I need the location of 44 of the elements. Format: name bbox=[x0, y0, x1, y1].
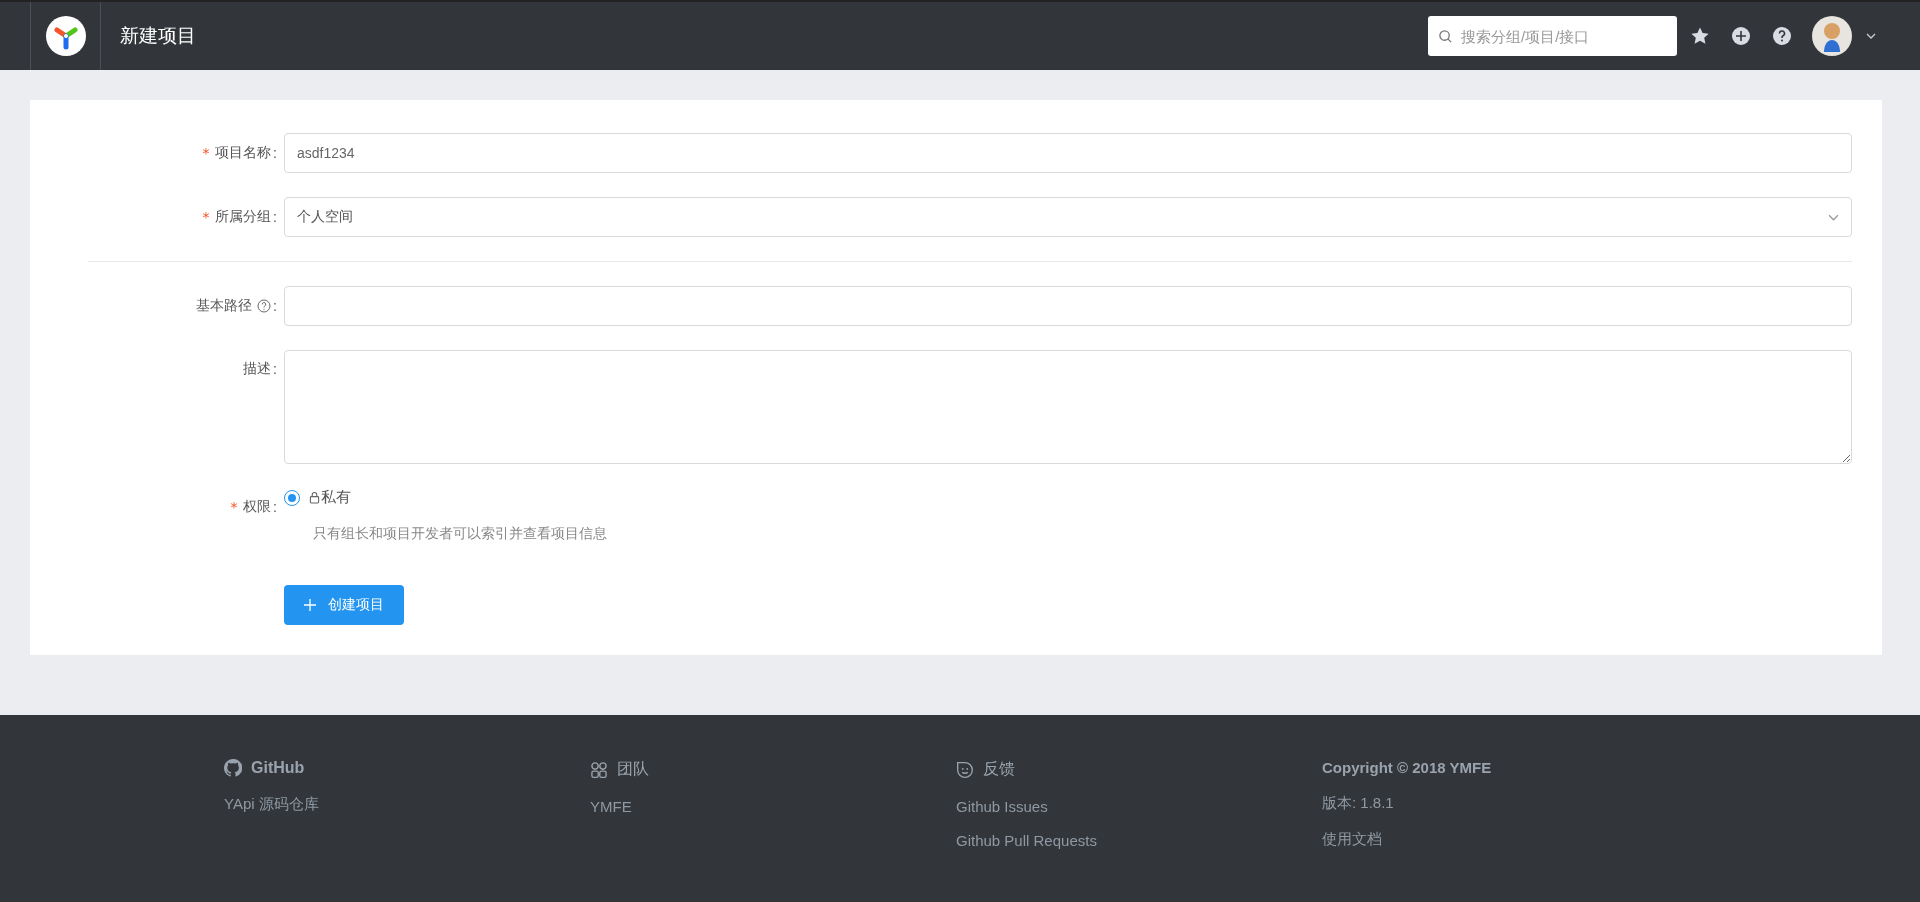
field-label: 权限 bbox=[243, 498, 272, 516]
required-mark: * bbox=[201, 145, 211, 161]
chevron-icon bbox=[1828, 213, 1839, 221]
label-colon: : bbox=[273, 209, 277, 225]
text-input[interactable]: asdf1234 bbox=[284, 133, 1852, 173]
footer-heading: 反馈 bbox=[983, 759, 1015, 779]
label-colon: : bbox=[273, 298, 277, 314]
field-label: 项目名称 bbox=[215, 144, 272, 162]
hint-text: 只有组长和项目开发者可以索引并查看项目信息 bbox=[313, 525, 607, 543]
footer-link[interactable]: 版本: 1.8.1 bbox=[1322, 794, 1394, 813]
required-mark: * bbox=[229, 499, 239, 515]
lock-icon bbox=[309, 491, 320, 504]
avatar[interactable] bbox=[1812, 16, 1852, 56]
help-icon[interactable] bbox=[1772, 26, 1792, 46]
footer-heading: GitHub bbox=[251, 759, 305, 777]
page-title: 新建项目 bbox=[120, 24, 196, 48]
team-icon bbox=[590, 760, 608, 779]
footer-link[interactable]: Github Issues bbox=[956, 798, 1048, 815]
label-colon: : bbox=[273, 361, 277, 377]
footer-link[interactable]: Github Pull Requests bbox=[956, 832, 1097, 849]
plus-icon bbox=[304, 599, 316, 611]
footer-link[interactable]: YMFE bbox=[590, 798, 632, 815]
smile-icon bbox=[956, 760, 974, 779]
create-project-button[interactable]: 创建项目 bbox=[284, 585, 404, 625]
field-label: 所属分组 bbox=[215, 208, 272, 226]
text-input[interactable] bbox=[284, 286, 1852, 326]
field-label: 描述 bbox=[243, 360, 272, 378]
label-colon: : bbox=[273, 499, 277, 515]
footer-heading: 团队 bbox=[617, 759, 649, 779]
required-mark: * bbox=[201, 209, 211, 225]
group-select[interactable]: 个人空间 bbox=[284, 197, 1852, 237]
footer-link[interactable]: 使用文档 bbox=[1322, 830, 1382, 849]
star-icon[interactable] bbox=[1690, 26, 1710, 46]
add-icon[interactable] bbox=[1731, 26, 1751, 46]
label-colon: : bbox=[273, 145, 277, 161]
github-icon bbox=[224, 759, 242, 777]
radio-label[interactable]: 私有 bbox=[321, 488, 351, 507]
caret-icon[interactable] bbox=[1866, 33, 1876, 39]
search-icon bbox=[1438, 28, 1453, 44]
footer-link[interactable]: YApi 源码仓库 bbox=[224, 795, 319, 814]
logo-icon[interactable] bbox=[45, 16, 86, 56]
field-label: 基本路径 bbox=[196, 297, 253, 315]
footer-heading: Copyright © 2018 YMFE bbox=[1322, 759, 1492, 776]
search-field[interactable]: 搜索分组/项目/接口 bbox=[1428, 16, 1677, 56]
